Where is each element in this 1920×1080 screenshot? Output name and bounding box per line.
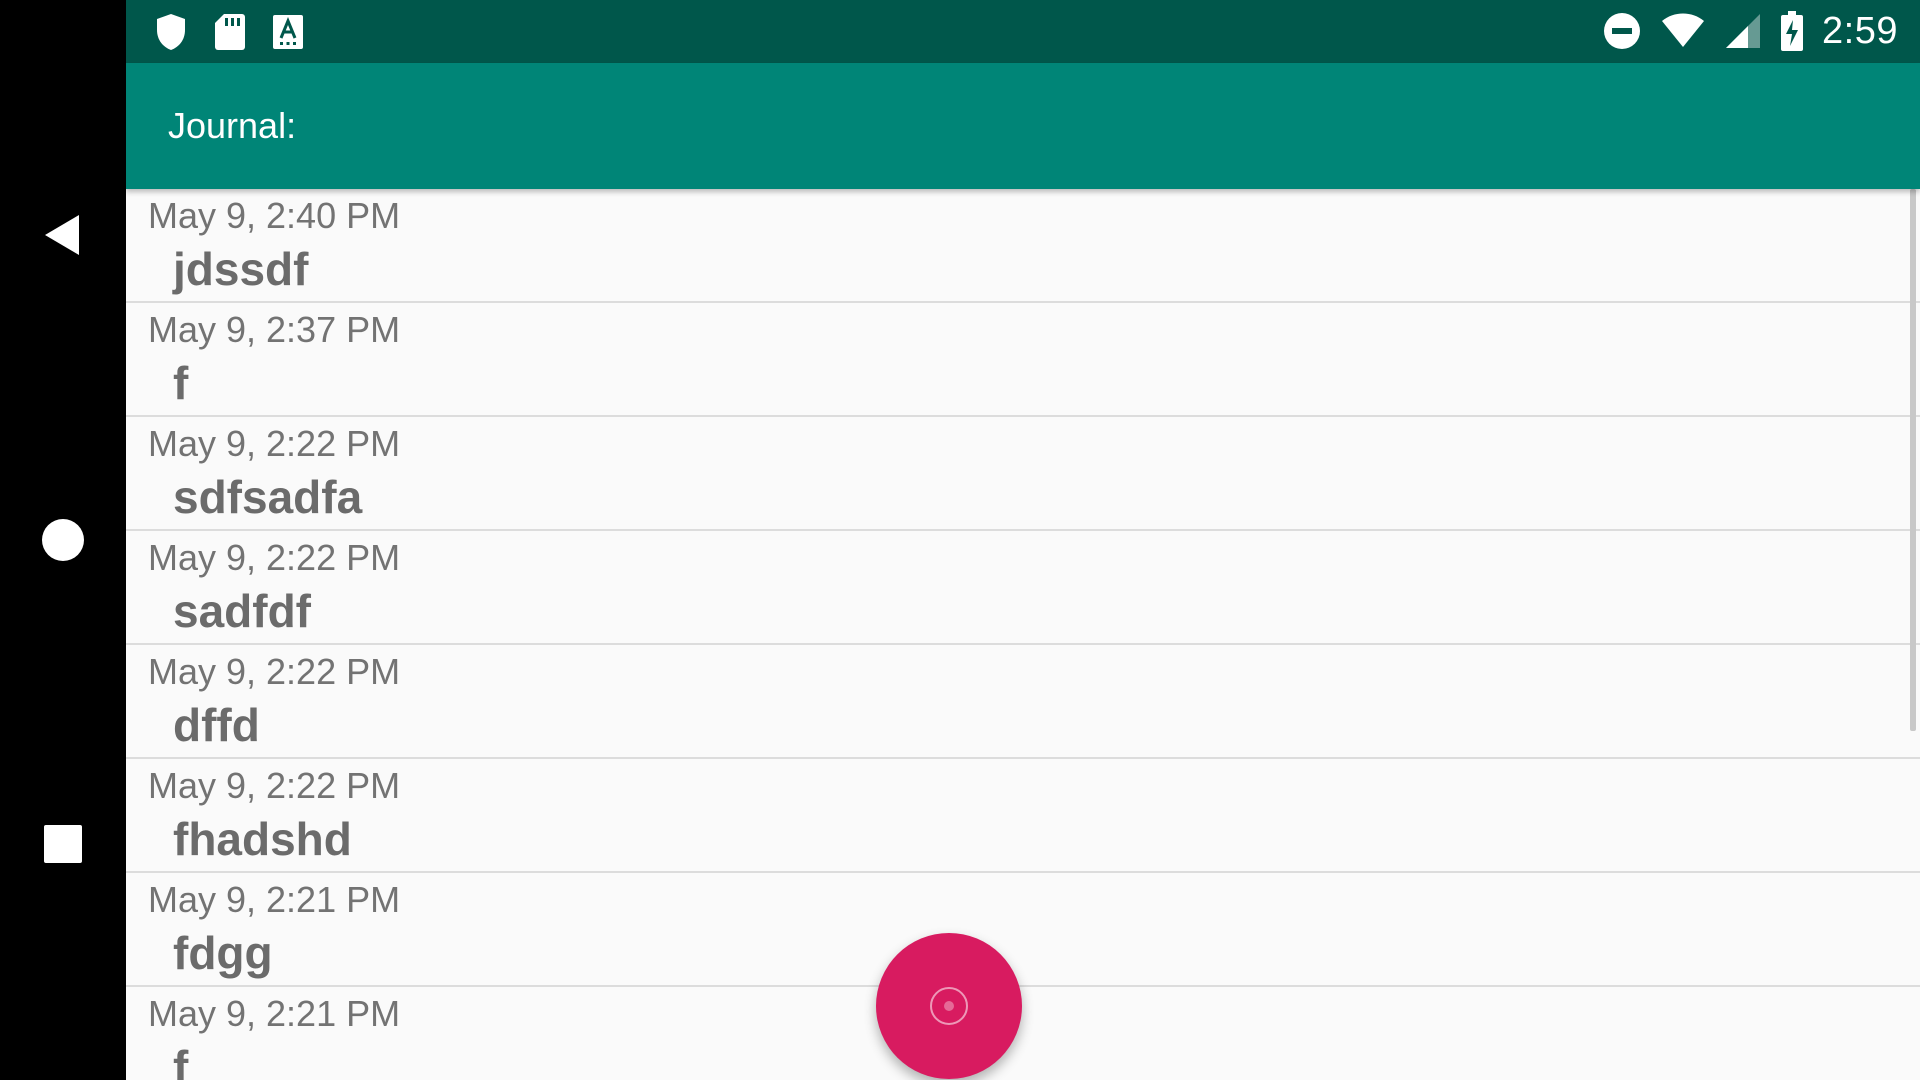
status-clock: 2:59 (1822, 9, 1898, 52)
list-item[interactable]: May 9, 2:21 PM f (126, 987, 1920, 1080)
entry-text: f (173, 1041, 189, 1080)
do-not-disturb-icon (1604, 13, 1641, 49)
entry-date: May 9, 2:37 PM (148, 309, 401, 350)
entry-text: jdssdf (173, 243, 309, 295)
shield-icon (157, 14, 185, 50)
back-icon (45, 215, 79, 255)
recents-icon (44, 825, 82, 863)
entry-date: May 9, 2:21 PM (148, 993, 401, 1034)
status-left-icons (154, 10, 304, 54)
list-item[interactable]: May 9, 2:21 PM fdgg (126, 873, 1920, 987)
sd-card-icon (215, 14, 245, 50)
navigation-bar (0, 0, 126, 1080)
app-title: Journal: (168, 105, 297, 146)
keyboard-a-icon (273, 15, 303, 49)
home-icon (42, 519, 84, 561)
entry-date: May 9, 2:22 PM (148, 537, 401, 578)
list-item[interactable]: May 9, 2:22 PM dffd (126, 645, 1920, 759)
record-icon (930, 987, 968, 1025)
cell-signal-icon (1726, 14, 1761, 48)
journal-list[interactable]: May 9, 2:40 PM jdssdf May 9, 2:37 PM f M… (126, 189, 1920, 1080)
recents-button[interactable] (0, 814, 126, 874)
list-item[interactable]: May 9, 2:22 PM sadfdf (126, 531, 1920, 645)
entry-text: sdfsadfa (173, 471, 363, 523)
entry-text: sadfdf (173, 585, 311, 637)
back-button[interactable] (0, 205, 126, 265)
record-fab-button[interactable] (876, 933, 1022, 1079)
app-bar: Journal: (126, 63, 1920, 189)
list-item[interactable]: May 9, 2:22 PM sdfsadfa (126, 417, 1920, 531)
entry-date: May 9, 2:22 PM (148, 765, 401, 806)
list-item[interactable]: May 9, 2:40 PM jdssdf (126, 189, 1920, 303)
entry-date: May 9, 2:22 PM (148, 651, 401, 692)
entry-date: May 9, 2:22 PM (148, 423, 401, 464)
list-scrollbar[interactable] (1910, 189, 1916, 731)
list-item[interactable]: May 9, 2:37 PM f (126, 303, 1920, 417)
entry-text: dffd (173, 699, 260, 751)
wifi-icon (1662, 13, 1705, 47)
status-bar: 2:59 (126, 0, 1920, 63)
list-item[interactable]: May 9, 2:22 PM fhadshd (126, 759, 1920, 873)
battery-charging-icon (1781, 11, 1804, 51)
entry-date: May 9, 2:40 PM (148, 195, 401, 236)
entry-date: May 9, 2:21 PM (148, 879, 401, 920)
entry-text: f (173, 357, 189, 409)
home-button[interactable] (0, 510, 126, 570)
status-right-icons: 2:59 (1602, 8, 1898, 54)
entry-text: fhadshd (173, 813, 352, 865)
entry-text: fdgg (173, 927, 273, 979)
